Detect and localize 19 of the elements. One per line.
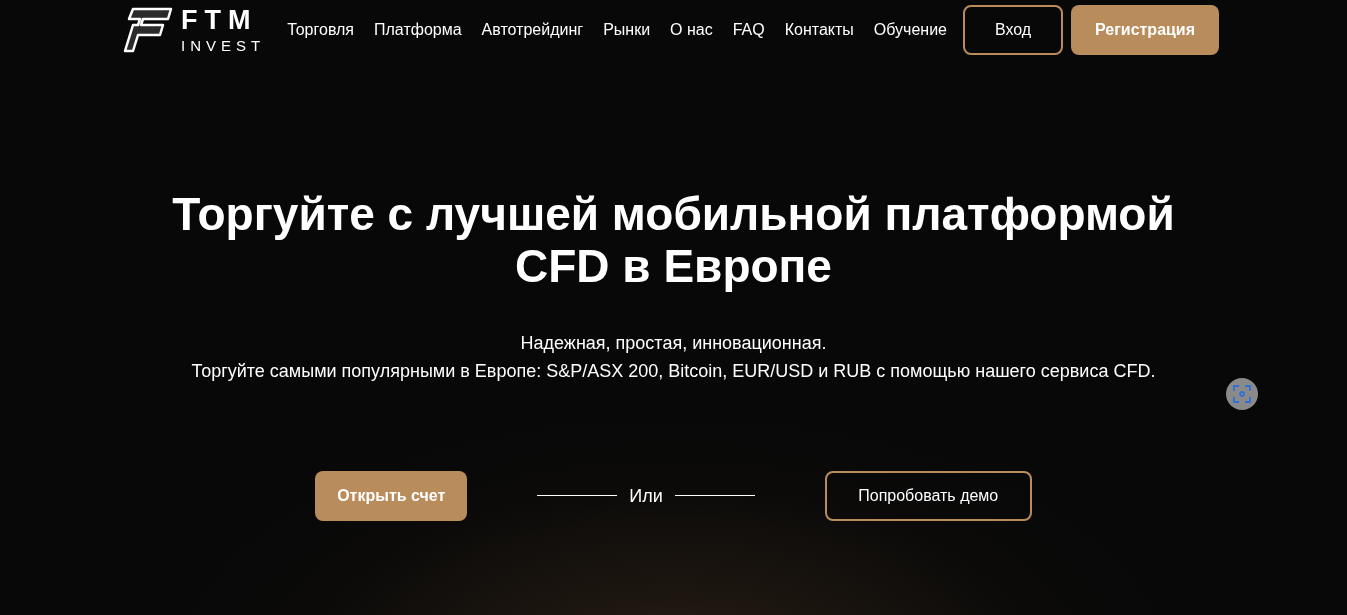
demo-button[interactable]: Попробовать демо bbox=[824, 470, 1032, 521]
logo-title: FTM bbox=[181, 7, 259, 34]
hero-text: Торгуйте самыми популярными в Европе: S&P/ASX 200, Bitcoin, EUR/USD и RUB с помощью нашего сервиса CFD. bbox=[191, 359, 1156, 383]
nav-link[interactable]: FAQ bbox=[732, 18, 765, 42]
logo-icon bbox=[123, 7, 173, 53]
login-button[interactable]: Вход bbox=[963, 5, 1063, 55]
nav-link[interactable]: Автотрейдинг bbox=[481, 18, 584, 42]
nav-link[interactable]: Платформа bbox=[374, 18, 462, 42]
separator-text: Или bbox=[629, 484, 663, 508]
lens-button[interactable] bbox=[1226, 378, 1258, 410]
nav-link[interactable]: Торговля bbox=[287, 18, 354, 42]
nav-link[interactable]: Обучение bbox=[873, 18, 947, 42]
logo-subtitle: INVEST bbox=[181, 38, 266, 53]
nav-link[interactable]: О нас bbox=[670, 18, 713, 42]
lens-icon bbox=[1233, 385, 1251, 403]
nav-link[interactable]: Рынки bbox=[603, 18, 651, 42]
hero-text: Надежная, простая, инновационная. bbox=[520, 331, 827, 355]
hero-title: Торгуйте с лучшей мобильной платформой CFD в Европе bbox=[171, 188, 1176, 293]
nav-link[interactable]: Контакты bbox=[784, 18, 854, 42]
